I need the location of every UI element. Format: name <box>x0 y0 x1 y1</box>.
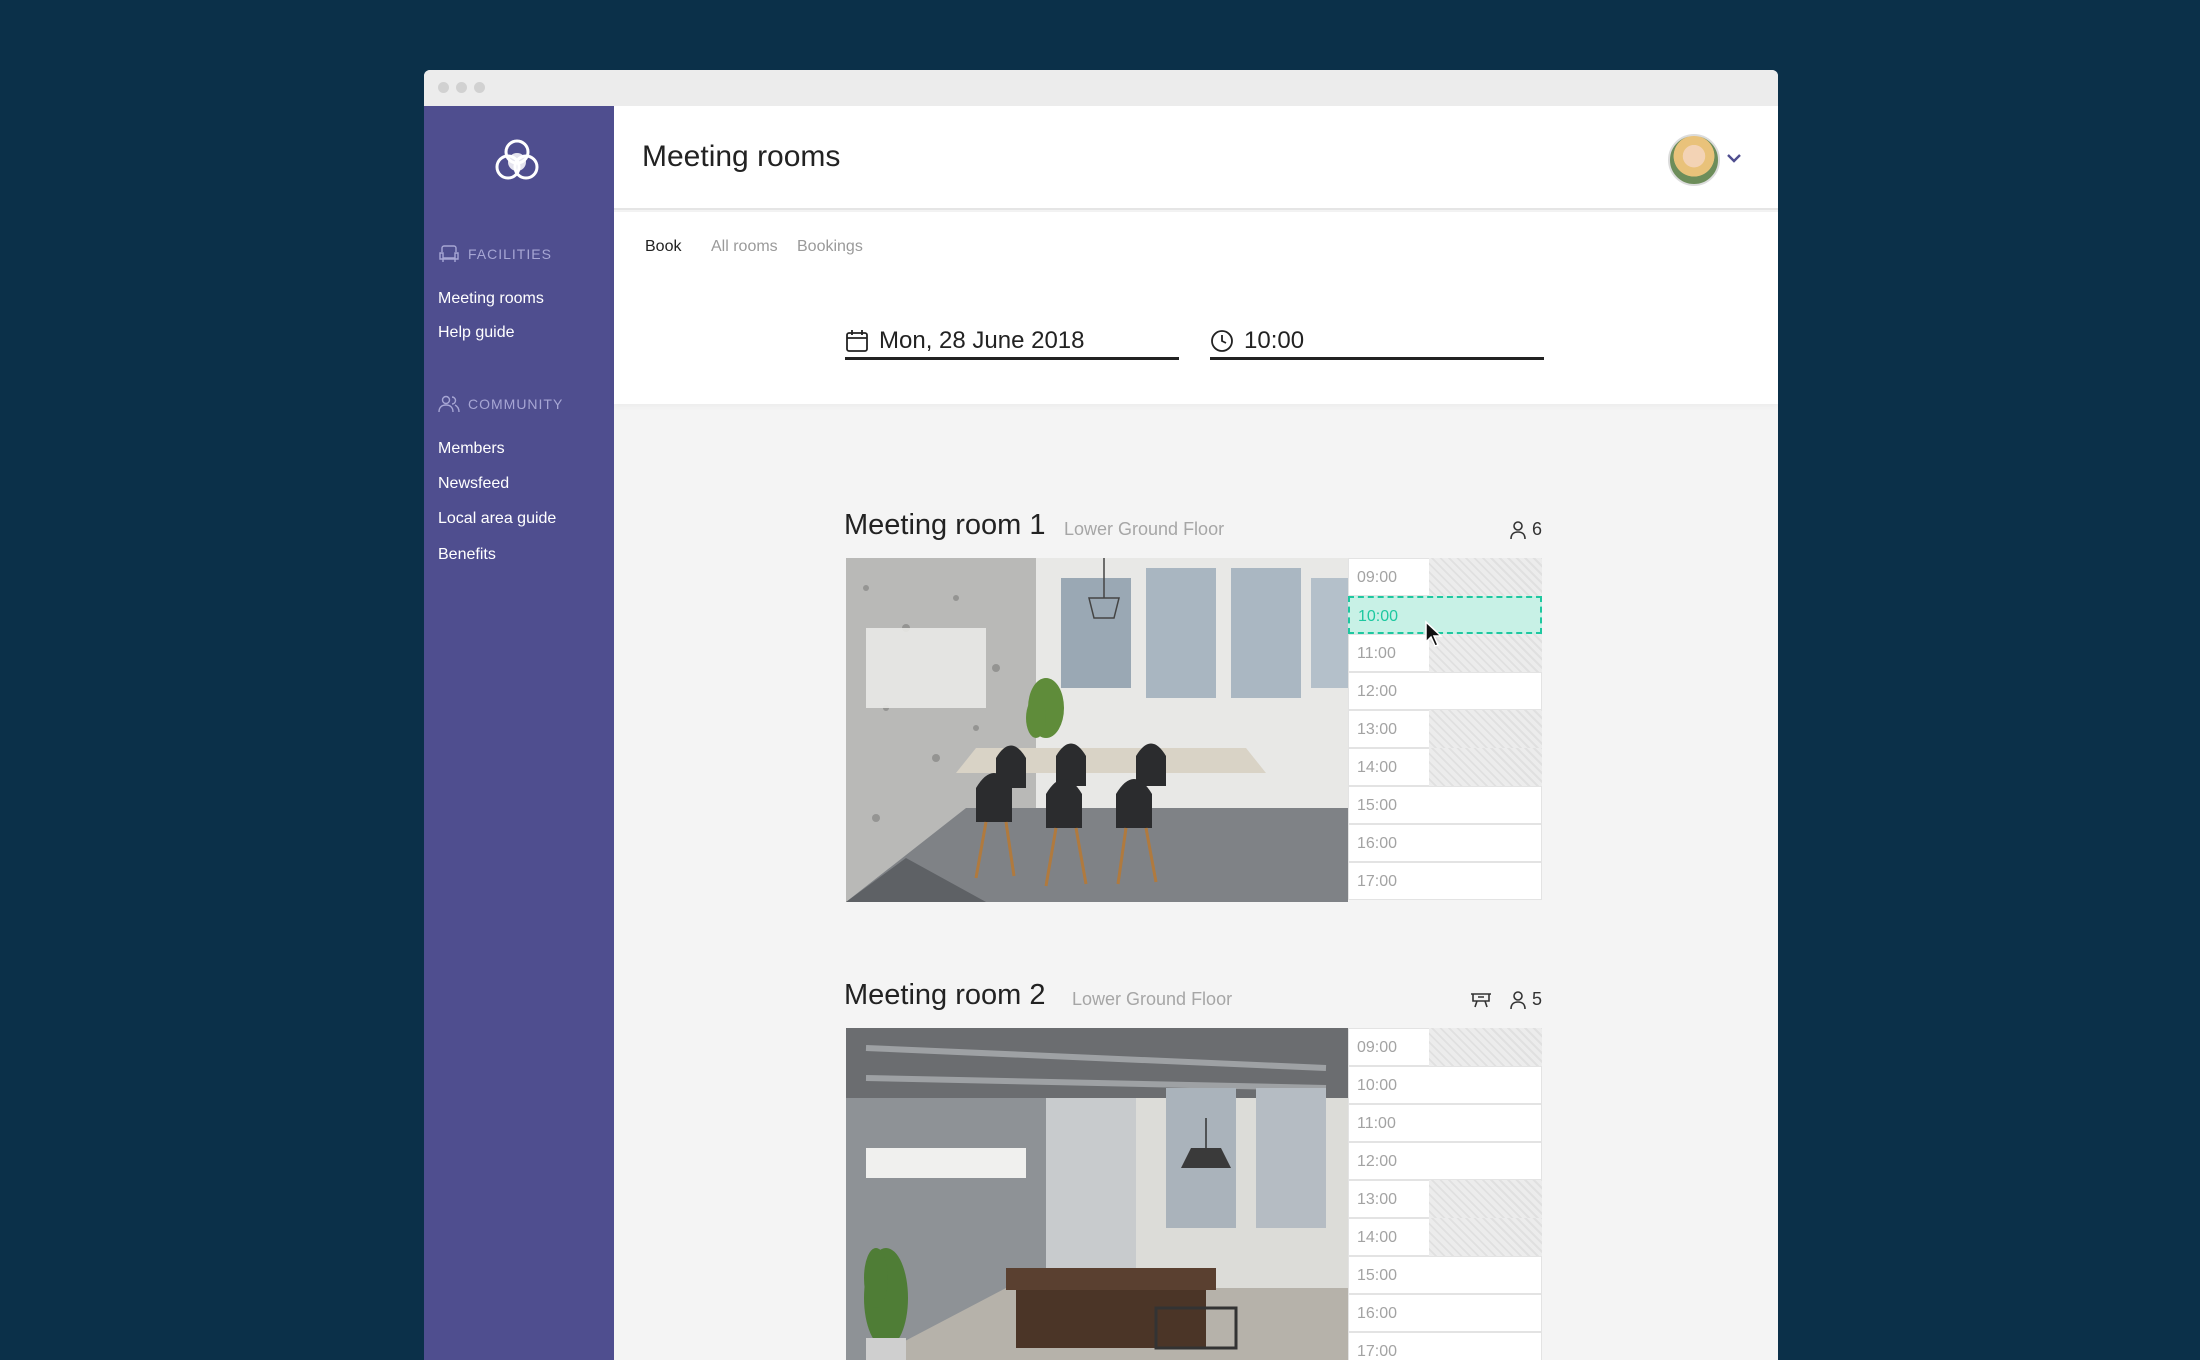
booked-block <box>1429 710 1542 748</box>
time-slot[interactable]: 13:00 <box>1348 710 1542 748</box>
slot-label: 16:00 <box>1357 835 1398 852</box>
slot-label: 11:00 <box>1357 1115 1396 1132</box>
slot-label: 16:00 <box>1357 1305 1398 1322</box>
sidebar: Facilities Meeting rooms Help guide Comm… <box>424 106 614 1360</box>
time-slot[interactable]: 14:00 <box>1348 748 1542 786</box>
room-name[interactable]: Meeting room 2 <box>844 979 1046 1012</box>
armchair-icon <box>439 245 459 262</box>
slot-label: 17:00 <box>1357 1343 1398 1360</box>
sidebar-item-members[interactable]: Members <box>438 440 505 458</box>
time-slot[interactable]: 09:00 <box>1348 558 1542 596</box>
booking-filters: Book All rooms Bookings Mon, 28 June 201… <box>614 212 1778 404</box>
sidebar-item-help-guide[interactable]: Help guide <box>438 324 515 342</box>
page-title: Meeting rooms <box>642 140 841 173</box>
room-name[interactable]: Meeting room 1 <box>844 509 1046 542</box>
browser-window: Facilities Meeting rooms Help guide Comm… <box>424 70 1778 1360</box>
nav-heading-facilities: Facilities <box>438 244 552 264</box>
room-floor: Lower Ground Floor <box>1072 989 1233 1009</box>
window-titlebar <box>424 70 1778 106</box>
room-capacity: 6 <box>1508 519 1542 540</box>
booked-block <box>1429 1028 1542 1066</box>
time-slot[interactable]: 15:00 <box>1348 1256 1542 1294</box>
time-slot[interactable]: 16:00 <box>1348 1294 1542 1332</box>
time-slot[interactable]: 15:00 <box>1348 786 1542 824</box>
time-picker[interactable]: 10:00 <box>1210 324 1544 360</box>
room-meta: 6 <box>1508 519 1542 540</box>
booked-block <box>1429 1180 1542 1218</box>
room-card: 09:00 10:00 11:00 12:00 13:00 14:00 15:0… <box>846 1028 1542 1360</box>
logo-icon[interactable] <box>494 138 540 184</box>
slot-label: 15:00 <box>1357 1267 1398 1284</box>
slot-label: 12:00 <box>1357 683 1398 700</box>
time-slot[interactable]: 16:00 <box>1348 824 1542 862</box>
slot-label: 14:00 <box>1357 759 1398 776</box>
window-dot <box>474 82 485 93</box>
window-dot <box>438 82 449 93</box>
nav-heading-label: Community <box>468 396 564 412</box>
date-picker[interactable]: Mon, 28 June 2018 <box>845 324 1179 360</box>
room-header: Meeting room 1 Lower Ground Floor 6 <box>844 504 1542 544</box>
slot-label: 15:00 <box>1357 797 1398 814</box>
time-slot[interactable]: 17:00 <box>1348 1332 1542 1360</box>
nav-heading-label: Facilities <box>468 246 552 262</box>
people-icon <box>438 395 460 413</box>
nav-heading-community: Community <box>438 394 563 414</box>
slot-label: 09:00 <box>1357 569 1398 586</box>
sidebar-item-local-area-guide[interactable]: Local area guide <box>438 510 556 528</box>
projector-icon <box>1470 992 1491 1007</box>
booked-block <box>1429 748 1542 786</box>
time-slot[interactable]: 13:00 <box>1348 1180 1542 1218</box>
time-slot[interactable]: 12:00 <box>1348 672 1542 710</box>
time-slot[interactable]: 09:00 <box>1348 1028 1542 1066</box>
time-slot[interactable]: 17:00 <box>1348 862 1542 900</box>
slot-label: 13:00 <box>1357 1191 1398 1208</box>
capacity-value: 6 <box>1531 519 1542 539</box>
capacity-value: 5 <box>1531 989 1542 1009</box>
time-slot[interactable]: 12:00 <box>1348 1142 1542 1180</box>
tab-all-rooms[interactable]: All rooms <box>711 238 778 256</box>
slot-label: 10:00 <box>1357 1077 1398 1094</box>
room-capacity: 5 <box>1508 989 1542 1010</box>
sidebar-item-benefits[interactable]: Benefits <box>438 546 496 564</box>
time-slot[interactable]: 10:00 <box>1348 1066 1542 1104</box>
sidebar-item-meeting-rooms[interactable]: Meeting rooms <box>438 290 544 308</box>
time-slot[interactable]: 11:00 <box>1348 1104 1542 1142</box>
room-card: 09:00 10:00 11:00 12:00 13:00 14:00 15:0… <box>846 558 1542 902</box>
clock-icon <box>1211 329 1233 352</box>
slot-label: 17:00 <box>1357 873 1398 890</box>
slot-label: 11:00 <box>1357 645 1396 662</box>
booked-block <box>1429 558 1542 596</box>
slot-label: 13:00 <box>1357 721 1398 738</box>
room-photo[interactable] <box>846 558 1348 902</box>
mouse-cursor-icon <box>1425 620 1443 647</box>
room-header: Meeting room 2 Lower Ground Floor 5 <box>844 974 1542 1014</box>
booked-block <box>1429 1218 1542 1256</box>
slot-label: 09:00 <box>1357 1039 1398 1056</box>
chevron-down-icon[interactable] <box>1726 152 1742 164</box>
slot-label: 10:00 <box>1358 608 1399 625</box>
user-avatar[interactable] <box>1668 134 1720 186</box>
window-dot <box>456 82 467 93</box>
room-photo[interactable] <box>846 1028 1348 1360</box>
top-bar: Meeting rooms <box>614 106 1778 210</box>
slot-label: 12:00 <box>1357 1153 1398 1170</box>
person-icon <box>1510 520 1526 539</box>
room-floor: Lower Ground Floor <box>1064 519 1225 539</box>
time-value: 10:00 <box>1244 326 1305 354</box>
time-slot[interactable]: 14:00 <box>1348 1218 1542 1256</box>
person-icon <box>1510 990 1526 1009</box>
slot-label: 14:00 <box>1357 1229 1398 1246</box>
room-meta: 5 <box>1468 989 1542 1010</box>
tab-bookings[interactable]: Bookings <box>797 238 863 256</box>
calendar-icon <box>846 329 868 352</box>
main-content: Meeting rooms Book All rooms Bookings Mo… <box>614 106 1778 1360</box>
tab-book[interactable]: Book <box>645 238 681 256</box>
sidebar-item-newsfeed[interactable]: Newsfeed <box>438 475 509 493</box>
date-value: Mon, 28 June 2018 <box>879 326 1085 354</box>
